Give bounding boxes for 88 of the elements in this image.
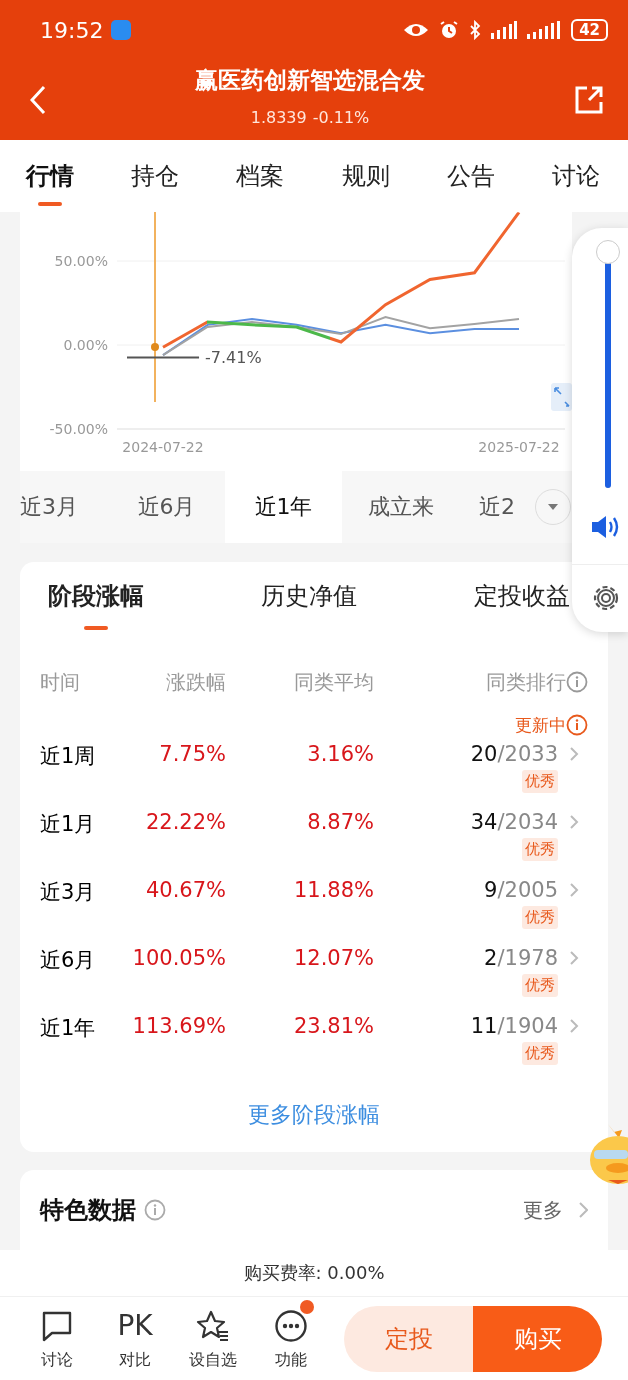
x-axis-label: 2025-07-22 (478, 439, 560, 455)
main-tab[interactable]: 讨论 (545, 140, 606, 212)
change-value: 40.67% (145, 878, 226, 902)
x-axis-label: 2024-07-22 (122, 439, 204, 455)
main-tab[interactable]: 持仓 (125, 140, 186, 212)
period-label: 近1年 (40, 1015, 96, 1042)
rank-total: /2034 (497, 810, 558, 834)
rank-total: /1978 (497, 946, 558, 970)
y-axis-label: 50.00% (54, 253, 108, 269)
fee-rate: 购买费率: 0.00% (0, 1250, 628, 1297)
section-tab[interactable]: 历史净值 (261, 562, 357, 652)
change-value: 100.05% (132, 946, 226, 970)
period-label: 近3月 (40, 879, 96, 906)
bluetooth-icon (469, 20, 482, 40)
more-button[interactable]: 更多 (523, 1196, 588, 1224)
average-value: 23.81% (293, 1014, 374, 1038)
cursor-dot (151, 343, 159, 351)
dropdown-button[interactable] (535, 489, 571, 525)
rank-value: 34 (470, 810, 498, 834)
main-tab[interactable]: 公告 (440, 140, 501, 212)
main-tab[interactable]: 规则 (335, 140, 396, 212)
drawdown-label: -7.41% (205, 348, 262, 368)
average-value: 11.88% (293, 878, 374, 902)
average-value: 12.07% (293, 946, 374, 970)
average-value: 8.87% (307, 810, 374, 834)
section-tab[interactable]: 阶段涨幅 (48, 562, 144, 652)
y-axis-label: 0.00% (63, 337, 108, 353)
rank-value: 11 (470, 1014, 498, 1038)
change-value: 22.22% (145, 810, 226, 834)
period-label: 近1周 (40, 743, 96, 770)
nav-item[interactable]: PK 对比 (96, 1299, 174, 1371)
change-value: 7.75% (159, 742, 226, 766)
back-icon[interactable] (30, 85, 46, 115)
compare-glyph: PK (117, 1309, 153, 1342)
signal-icon (491, 21, 518, 39)
period-label: 近1月 (40, 811, 96, 838)
y-axis-label: -50.00% (49, 421, 108, 437)
column-header: 同类平均 (294, 668, 374, 696)
section-title: 特色数据 (40, 1195, 136, 1226)
update-status: 更新中 (515, 713, 566, 737)
eye-icon (403, 21, 430, 39)
nav-item[interactable]: 功能 (252, 1299, 330, 1371)
chat-icon (41, 1309, 73, 1342)
share-icon[interactable] (574, 85, 604, 115)
info-icon[interactable] (566, 714, 588, 736)
chevron-icon (579, 1202, 588, 1218)
rating-badge: 优秀 (522, 1042, 558, 1065)
average-value: 3.16% (307, 742, 374, 766)
info-icon[interactable] (144, 1199, 166, 1221)
rank-total: /2005 (497, 878, 558, 902)
range-tab[interactable]: 近1年 (225, 471, 342, 543)
rank-value: 2 (484, 946, 498, 970)
alarm-icon (439, 20, 460, 40)
app-notification-icon (111, 20, 132, 40)
main-tab[interactable]: 档案 (230, 140, 291, 212)
range-tab[interactable]: 近6月 (108, 471, 225, 543)
caret-icon (548, 504, 558, 510)
status-time: 19:52 (40, 17, 104, 43)
signal-icon (527, 21, 562, 39)
expand-icon[interactable] (551, 383, 572, 411)
slider-thumb[interactable] (596, 240, 620, 264)
column-header: 时间 (40, 668, 80, 696)
battery-indicator: 42 (571, 19, 608, 41)
range-tab[interactable]: 近3月 (20, 471, 108, 543)
more-icon (274, 1308, 308, 1343)
range-tab[interactable]: 近2 (459, 471, 535, 543)
rank-total: /1904 (497, 1014, 558, 1038)
range-tab[interactable]: 成立来 (342, 471, 459, 543)
nav-item[interactable]: 设自选 (174, 1299, 252, 1371)
net-value: 1.8339 (250, 108, 307, 127)
rank-value: 20 (470, 742, 498, 766)
fund-title: 赢医药创新智选混合发 (195, 66, 425, 95)
nav-item[interactable]: 讨论 (18, 1299, 96, 1371)
column-header: 同类排行 (486, 668, 566, 696)
rank-value: 9 (484, 878, 498, 902)
rating-badge: 优秀 (522, 974, 558, 997)
info-icon[interactable] (566, 671, 588, 693)
rank-total: /2033 (497, 742, 558, 766)
star-icon (196, 1309, 230, 1342)
change-value: 113.69% (132, 1014, 226, 1038)
section-tab[interactable]: 定投收益 (474, 562, 570, 652)
daily-change: -0.11% (312, 108, 370, 127)
main-tab[interactable]: 行情 (20, 140, 80, 212)
rating-badge: 优秀 (522, 770, 558, 793)
rating-badge: 优秀 (522, 906, 558, 929)
column-header: 涨跌幅 (166, 668, 226, 696)
rating-badge: 优秀 (522, 838, 558, 861)
period-label: 近6月 (40, 947, 96, 974)
